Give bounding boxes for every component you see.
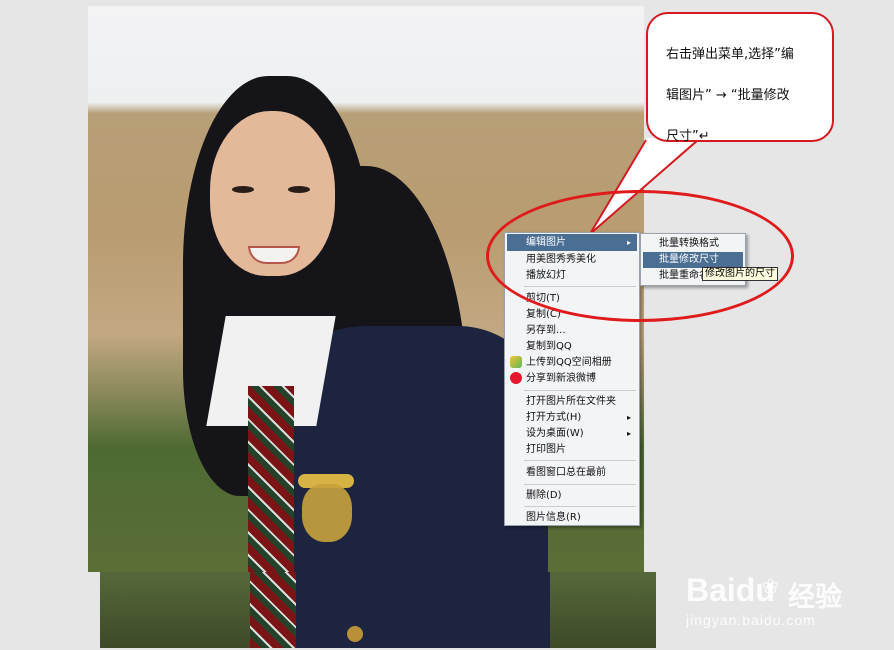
menu-item-label: 上传到QQ空间相册 — [526, 357, 612, 368]
annotation-ring — [486, 190, 794, 322]
menu-item-label: 看图窗口总在最前 — [526, 467, 606, 478]
watermark-cn-text: 经验 — [788, 582, 842, 613]
tie — [248, 386, 294, 572]
menu-item-label: 删除(D) — [526, 490, 562, 501]
jacket-button — [347, 626, 363, 642]
menu-item-always-on-top[interactable]: 看图窗口总在最前 — [507, 464, 637, 481]
menu-item-label: 设为桌面(W) — [526, 428, 584, 439]
menu-separator — [524, 506, 636, 507]
menu-item-label: 打开图片所在文件夹 — [526, 396, 616, 407]
callout-line-2: 辑图片” → “批量修改 — [666, 88, 790, 103]
callout-line-1: 右击弹出菜单,选择”编 — [666, 47, 794, 62]
menu-item-save-as[interactable]: 另存到... — [507, 322, 637, 339]
submenu-arrow-icon: ▸ — [626, 413, 631, 422]
submenu-arrow-icon: ▸ — [626, 429, 631, 438]
menu-item-label: 复制到QQ — [526, 341, 572, 352]
callout-line-3: 尺寸”↵ — [666, 129, 710, 144]
menu-item-open-folder[interactable]: 打开图片所在文件夹 — [507, 393, 637, 410]
baidu-watermark: Baidu ❀ 经验 jingyan.baidu.com — [686, 572, 886, 632]
menu-item-label: 图片信息(R) — [526, 512, 581, 523]
menu-separator — [524, 484, 636, 485]
watermark-url: jingyan.baidu.com — [686, 612, 816, 628]
menu-item-copy-to-qq[interactable]: 复制到QQ — [507, 338, 637, 355]
menu-item-open-with[interactable]: 打开方式(H) ▸ — [507, 409, 637, 426]
instruction-callout: 右击弹出菜单,选择”编 辑图片” → “批量修改 尺寸”↵ — [646, 12, 834, 144]
menu-item-set-desktop[interactable]: 设为桌面(W) ▸ — [507, 425, 637, 442]
menu-item-label: 另存到... — [526, 325, 566, 336]
menu-separator — [524, 460, 636, 461]
menu-item-label: 打印图片 — [526, 444, 566, 455]
photo-lower-strip — [100, 572, 656, 648]
weibo-icon — [510, 372, 522, 384]
menu-item-share-weibo[interactable]: 分享到新浪微博 — [507, 370, 637, 387]
menu-item-upload-qzone[interactable]: 上传到QQ空间相册 — [507, 354, 637, 371]
menu-item-delete[interactable]: 删除(D) — [507, 487, 637, 504]
menu-item-label: 打开方式(H) — [526, 412, 582, 423]
paw-icon: ❀ — [762, 574, 779, 598]
menu-item-label: 分享到新浪微博 — [526, 373, 596, 384]
menu-separator — [524, 390, 636, 391]
menu-item-print[interactable]: 打印图片 — [507, 441, 637, 458]
crest-badge — [302, 484, 352, 542]
menu-item-image-info[interactable]: 图片信息(R) — [507, 509, 637, 526]
qzone-icon — [510, 356, 522, 368]
